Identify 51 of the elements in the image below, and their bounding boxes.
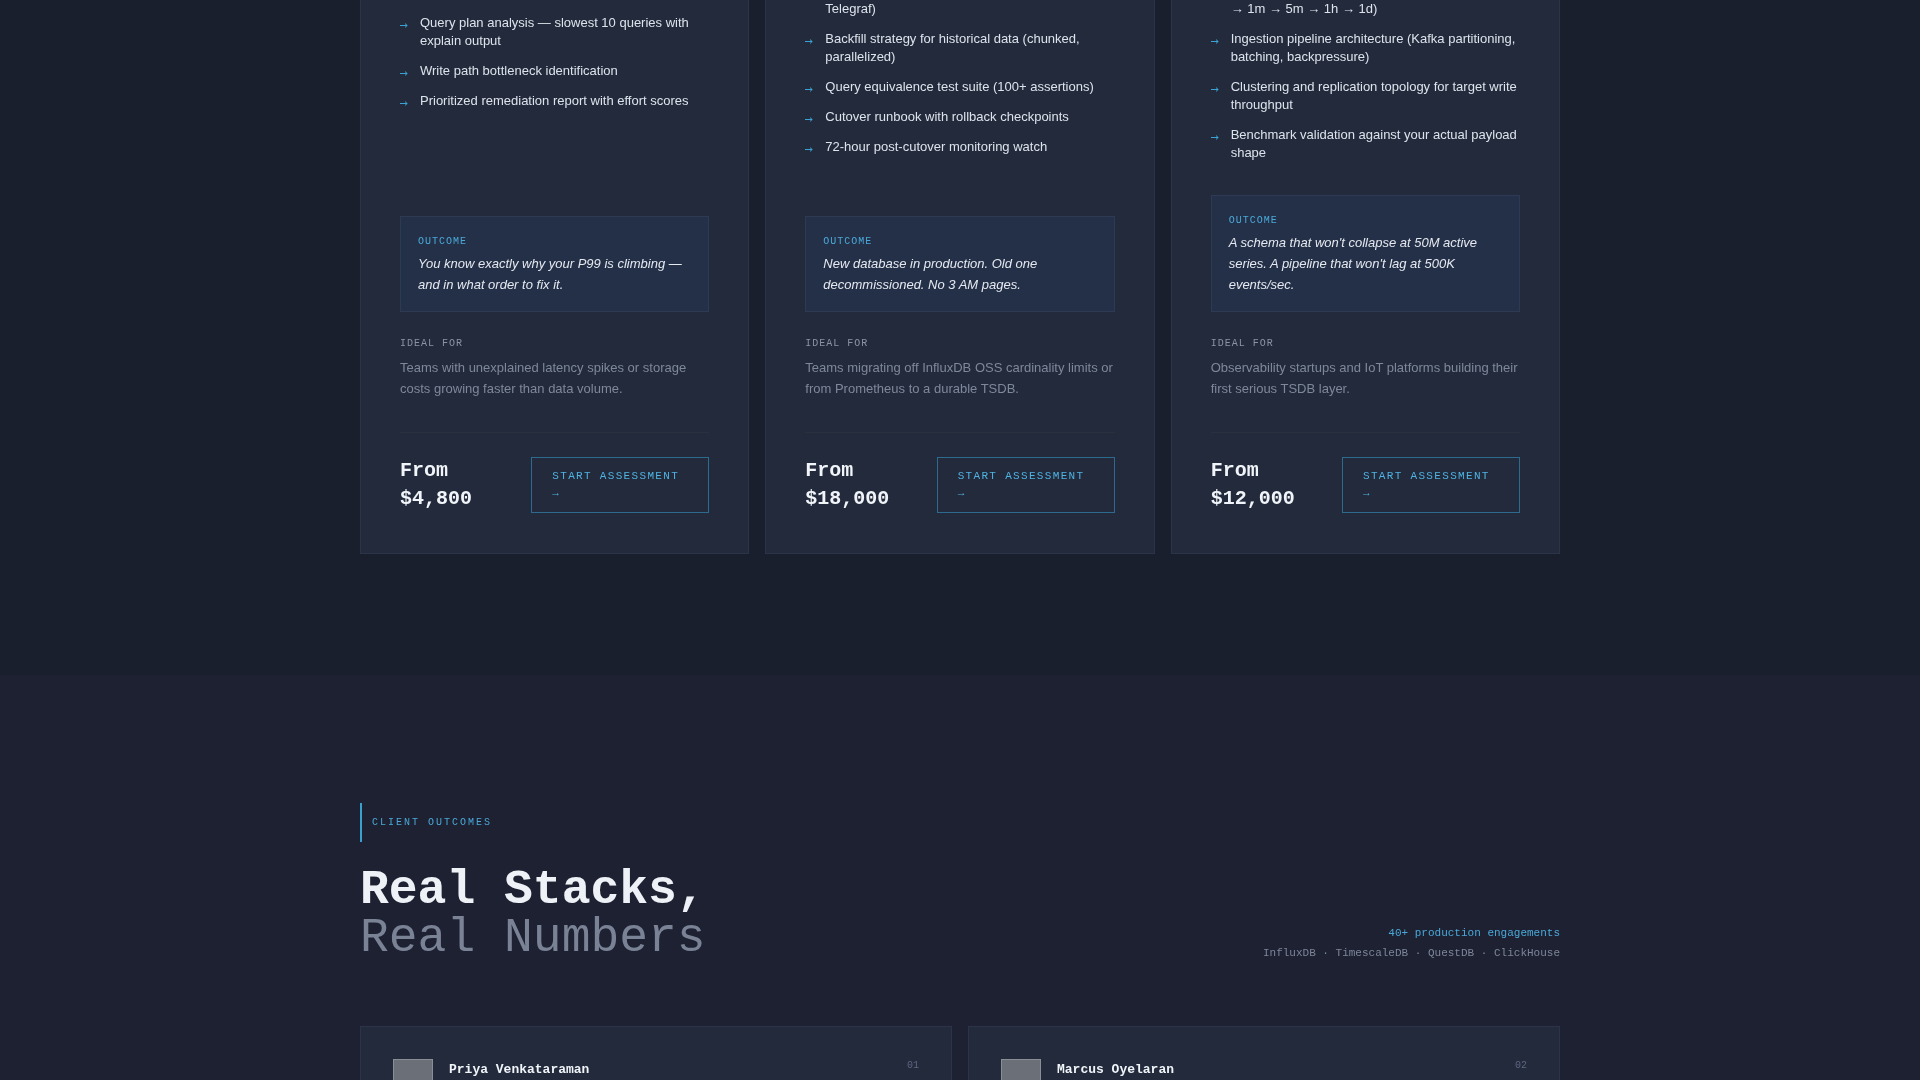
price-amount: $18,000 — [805, 486, 890, 512]
ideal-for-label: IDEAL FOR — [805, 337, 870, 351]
price-amount: $12,000 — [1210, 486, 1295, 512]
deliverable-text: Query plan analysis — slowest 10 queries with explain output — [420, 14, 690, 50]
deliverable-text: Benchmark validation against your actual payload shape — [1230, 126, 1518, 162]
price-amount: $4,800 — [400, 486, 472, 512]
testimonial-number: 01 — [907, 1059, 919, 1073]
arrow-icon — [400, 71, 408, 76]
deliverable-text: Ingestion pipeline architecture (Kafka partitioning, batching, backpressure) — [1230, 30, 1517, 66]
deliverable-text: Cutover runbook with rollback checkpoints — [825, 108, 1069, 126]
arrow-icon — [1210, 87, 1219, 92]
deliverable-text: Write path bottleneck identification — [420, 62, 618, 80]
arrow-icon — [400, 101, 408, 106]
start-assessment-button[interactable]: START ASSESSMENT → — [531, 457, 710, 513]
price-prefix: From — [400, 458, 449, 484]
client-name: Marcus Oyelaran — [1057, 1061, 1175, 1079]
ideal-for-label: IDEAL FOR — [400, 337, 464, 351]
engagement-count: 40+ production engagements — [1388, 926, 1560, 941]
arrow-icon — [1210, 135, 1219, 140]
deliverable-text: 72-hour post-cutover monitoring watch — [825, 138, 1048, 156]
deliverable-text: Query equivalence test suite (100+ assertions) — [825, 78, 1094, 96]
arrow-icon — [805, 39, 814, 44]
price-prefix: From — [805, 458, 855, 484]
outcome-label: OUTCOME — [418, 235, 468, 249]
client-name: Priya Venkataraman — [449, 1061, 590, 1079]
start-assessment-button[interactable]: START ASSESSMENT → — [1342, 457, 1520, 513]
database-list: InfluxDB · TimescaleDB · QuestDB · ClickHouse — [1262, 945, 1560, 961]
outcome-text: A schema that won't collapse at 50M active series. A pipeline that won't lag at 500K events/sec. — [1228, 234, 1479, 294]
arrow-icon — [805, 147, 814, 152]
testimonial-number: 02 — [1515, 1059, 1527, 1073]
arrow-icon — [1210, 39, 1219, 44]
outcome-label: OUTCOME — [1228, 214, 1279, 228]
section-eyebrow: CLIENT OUTCOMES — [360, 803, 492, 842]
deliverable-text: Telegraf) — [825, 0, 877, 18]
start-assessment-button[interactable]: START ASSESSMENT → — [936, 457, 1115, 513]
ideal-for-text: Observability startups and IoT platforms building their first serious TSDB layer. — [1210, 359, 1519, 398]
arrow-icon — [400, 23, 408, 28]
deliverable-text: Clustering and replication topology for target write throughput — [1230, 78, 1518, 114]
arrow-icon — [805, 117, 814, 122]
outcome-text: New database in production. Old one decommissioned. No 3 AM pages. — [823, 255, 1039, 294]
ideal-for-label: IDEAL FOR — [1210, 337, 1275, 351]
outcome-label: OUTCOME — [823, 235, 874, 249]
ideal-for-text: Teams migrating off InfluxDB OSS cardinality limits or from Prometheus to a durable TSDB. — [805, 359, 1114, 398]
outcome-text: You know exactly why your P99 is climbing — and in what order to fix it. — [418, 255, 683, 294]
price-prefix: From — [1210, 458, 1260, 484]
arrow-icon — [805, 87, 814, 92]
deliverable-text: Prioritized remediation report with effort scores — [420, 92, 689, 110]
deliverable-text: Backfill strategy for historical data (chunked, parallelized) — [825, 30, 1081, 66]
section-heading: Real Stacks, Real Numbers — [360, 866, 706, 962]
ideal-for-text: Teams with unexplained latency spikes or storage costs growing faster than data volume. — [400, 359, 688, 398]
deliverable-text: → 1m → 5m → 1h → 1d) — [1230, 0, 1379, 18]
